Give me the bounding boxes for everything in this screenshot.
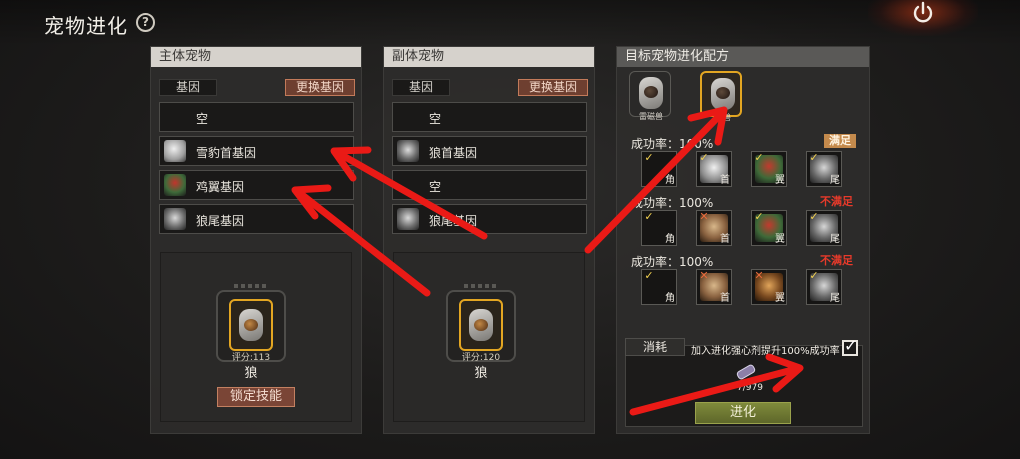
cross-icon: ✕ (699, 269, 709, 282)
sub-pet-name: 狼 (474, 366, 488, 381)
chicken-wing-icon (164, 174, 186, 196)
help-icon[interactable]: ? (136, 13, 155, 32)
main-pet-card[interactable]: 评分:113 (216, 284, 286, 370)
pet-tag-icon (459, 299, 503, 351)
check-icon: ✓ (809, 269, 819, 282)
gene-slot-label: 狼尾基因 (429, 214, 478, 228)
recipe-status: 不满足 (820, 195, 853, 208)
slot-caption: 翼 (775, 175, 785, 186)
slot-caption: 尾 (830, 234, 840, 245)
sub-gene-slot-3[interactable]: 空 (392, 170, 587, 200)
check-icon: ✓ (754, 210, 764, 223)
main-gene-slot-4[interactable]: 狼尾基因 (159, 204, 354, 234)
slot-caption: 角 (665, 293, 675, 304)
sub-gene-label: 基因 (392, 79, 450, 96)
target-pet-option-2[interactable]: 翼兽 (700, 71, 742, 122)
recipe-slot-horn: ✓ 角 (641, 151, 677, 187)
recipe-slot-tail: ✓ 尾 (806, 210, 842, 246)
check-icon: ✓ (809, 210, 819, 223)
gene-slot-label: 空 (196, 112, 209, 126)
sub-gene-slot-4[interactable]: 狼尾基因 (392, 204, 587, 234)
recipe-slot-wing: ✕ 翼 (751, 269, 787, 305)
slot-caption: 角 (665, 234, 675, 245)
slot-caption: 角 (665, 175, 675, 186)
main-gene-slot-1[interactable]: 空 (159, 102, 354, 132)
check-icon: ✓ (644, 210, 654, 223)
main-pet-title: 主体宠物 (151, 47, 361, 67)
wolf-tail-icon (164, 208, 186, 230)
gene-slot-label: 雪豹首基因 (196, 146, 257, 160)
cross-icon: ✕ (699, 210, 709, 223)
recipe-status: 满足 (824, 134, 856, 148)
recipe-slot-wing: ✓ 翼 (751, 210, 787, 246)
gene-slot-label: 鸡翼基因 (196, 180, 245, 194)
sub-pet-title: 副体宠物 (384, 47, 594, 67)
page-title: 宠物进化 (44, 14, 128, 38)
target-tag-icon (639, 77, 663, 109)
recipe-rate: 成功率：100% (631, 137, 714, 151)
target-pet-name: 翼兽 (715, 113, 731, 122)
snow-leopard-head-icon (164, 140, 186, 162)
sub-gene-slot-1[interactable]: 空 (392, 102, 587, 132)
item-count: 7/979 (737, 383, 763, 393)
recipe-title: 目标宠物进化配方 (617, 47, 869, 67)
recipe-slot-head: ✕ 首 (696, 210, 732, 246)
target-pet-name: 雷磁兽 (639, 112, 663, 121)
check-icon: ✓ (699, 151, 709, 164)
main-gene-slot-3[interactable]: 鸡翼基因 (159, 170, 354, 200)
pet-tag-icon (229, 299, 273, 351)
slot-caption: 翼 (775, 234, 785, 245)
check-icon: ✓ (754, 151, 764, 164)
gene-slot-label: 空 (429, 112, 442, 126)
slot-caption: 尾 (830, 293, 840, 304)
boost-label: 加入进化强心剂提升100%成功率 (691, 346, 840, 357)
gene-slot-label: 狼尾基因 (196, 214, 245, 228)
power-icon[interactable] (910, 0, 936, 26)
recipe-slot-horn: ✓ 角 (641, 210, 677, 246)
recipe-slot-tail: ✓ 尾 (806, 151, 842, 187)
slot-caption: 首 (720, 234, 730, 245)
slot-caption: 首 (720, 293, 730, 304)
sub-gene-slot-2[interactable]: 狼首基因 (392, 136, 587, 166)
gene-slot-label: 空 (429, 180, 442, 194)
recipe-rate: 成功率：100% (631, 196, 714, 210)
main-gene-slot-2[interactable]: 雪豹首基因 (159, 136, 354, 166)
main-swap-gene-button[interactable]: 更换基因 (285, 79, 355, 96)
wolf-tail-icon (397, 208, 419, 230)
check-icon: ✓ (644, 151, 654, 164)
target-tag-icon (711, 78, 735, 110)
potion-icon (736, 364, 756, 380)
main-gene-label: 基因 (159, 79, 217, 96)
recipe-slot-head: ✕ 首 (696, 269, 732, 305)
recipe-slot-tail: ✓ 尾 (806, 269, 842, 305)
recipe-rate: 成功率：100% (631, 255, 714, 269)
gene-slot-label: 狼首基因 (429, 146, 478, 160)
slot-caption: 尾 (830, 175, 840, 186)
slot-caption: 翼 (775, 293, 785, 304)
recipe-status: 不满足 (820, 254, 853, 267)
recipe-slot-head: ✓ 首 (696, 151, 732, 187)
consume-tab: 消耗 (625, 338, 685, 356)
cross-icon: ✕ (754, 269, 764, 282)
recipe-slot-horn: ✓ 角 (641, 269, 677, 305)
target-pet-option-1[interactable]: 雷磁兽 (629, 71, 671, 121)
check-icon: ✓ (644, 269, 654, 282)
sub-swap-gene-button[interactable]: 更换基因 (518, 79, 588, 96)
wolf-head-icon (397, 140, 419, 162)
sub-pet-card[interactable]: 评分:120 (446, 284, 516, 370)
check-icon: ✓ (809, 151, 819, 164)
lock-skill-button[interactable]: 锁定技能 (217, 387, 295, 407)
boost-checkbox[interactable] (842, 336, 858, 356)
recipe-slot-wing: ✓ 翼 (751, 151, 787, 187)
card-stripe (464, 284, 498, 288)
evolve-button[interactable]: 进化 (695, 402, 791, 424)
slot-caption: 首 (720, 175, 730, 186)
main-pet-name: 狼 (244, 366, 258, 381)
card-stripe (234, 284, 268, 288)
